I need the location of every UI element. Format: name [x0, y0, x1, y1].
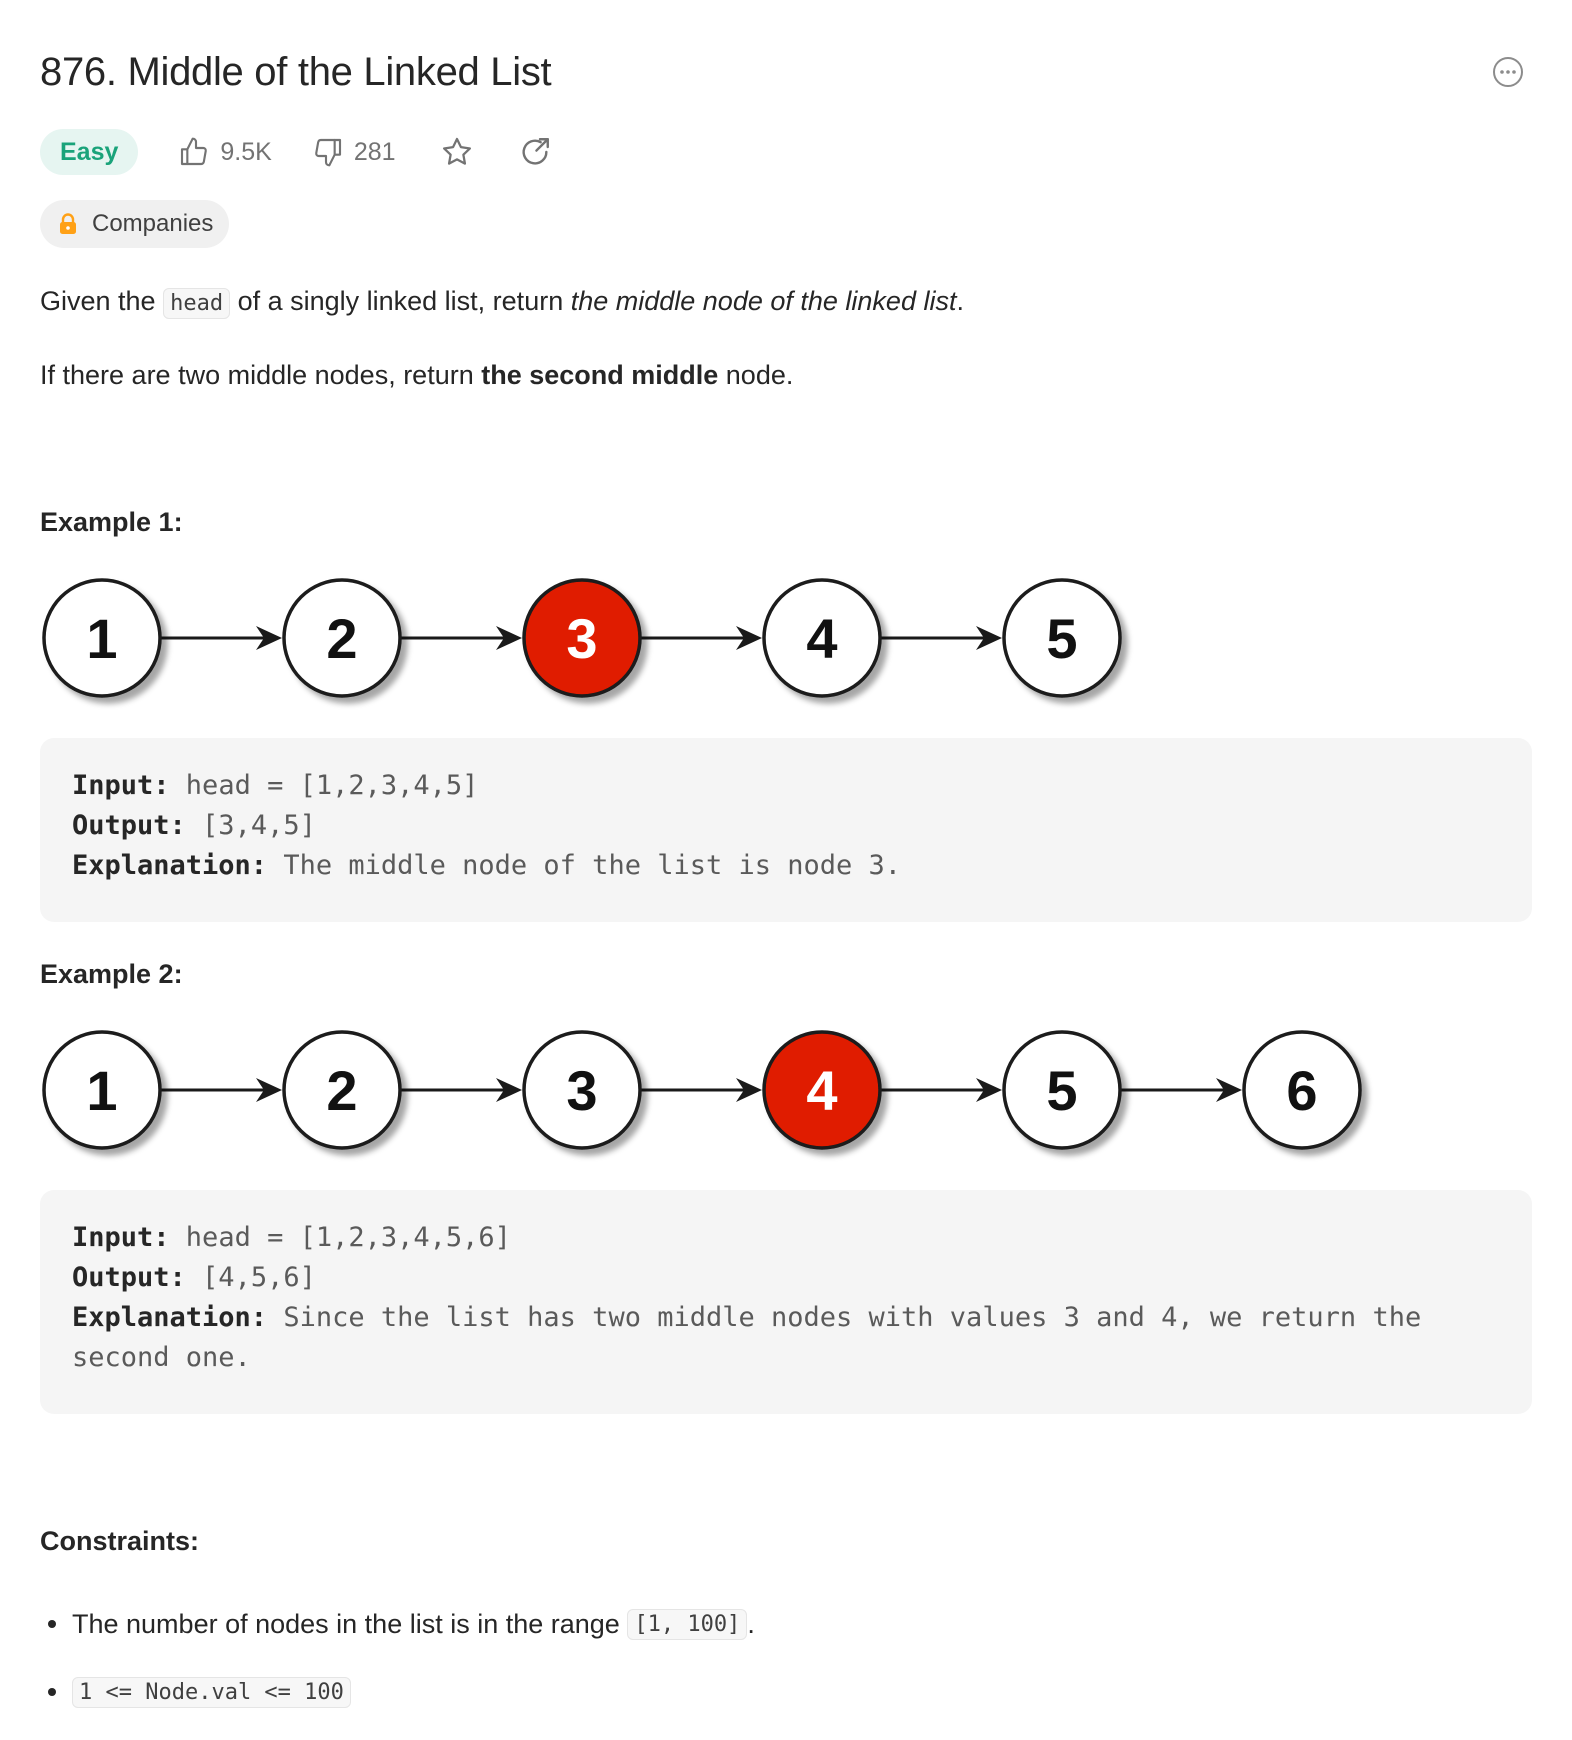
desc-text: of a singly linked list, return	[230, 286, 571, 316]
output-value: [3,4,5]	[185, 810, 316, 841]
list-node-label: 6	[1286, 1059, 1317, 1122]
list-node-label: 3	[566, 607, 597, 670]
constraints-list: The number of nodes in the list is in th…	[40, 1590, 755, 1726]
constraint-text: The number of nodes in the list is in th…	[72, 1608, 620, 1639]
example-2-heading: Example 2:	[40, 959, 183, 989]
problem-title: 876. Middle of the Linked List	[40, 50, 552, 94]
example-1-heading: Example 1:	[40, 507, 183, 537]
list-node-label: 1	[86, 1059, 117, 1122]
output-label: Output:	[72, 810, 186, 841]
companies-tag[interactable]: Companies	[40, 200, 230, 248]
share-button[interactable]	[518, 135, 552, 169]
list-node-label: 5	[1046, 607, 1077, 670]
desc-strong: the second middle	[481, 360, 719, 390]
constraint-code: 1 <= Node.val <= 100	[72, 1676, 351, 1708]
dislike-count: 281	[353, 137, 396, 166]
constraints-heading: Constraints:	[40, 1526, 200, 1556]
thumbs-down-icon	[314, 138, 341, 167]
difficulty-badge: Easy	[40, 129, 139, 175]
output-value: [4,5,6]	[185, 1262, 316, 1293]
more-icon	[1493, 57, 1523, 87]
constraint-text: .	[747, 1608, 755, 1639]
constraint-item: The number of nodes in the list is in th…	[40, 1590, 755, 1658]
desc-text: node.	[718, 360, 794, 390]
explanation-text: The middle node of the list is node 3.	[267, 850, 902, 881]
input-label: Input:	[72, 770, 170, 801]
example-2-block: Input: head = [1,2,3,4,5,6] Output: [4,5…	[40, 1190, 1532, 1414]
problem-meta-row: Easy 9.5K 281	[40, 129, 552, 175]
description-paragraph-2: If there are two middle nodes, return th…	[40, 355, 793, 395]
inline-code-head: head	[163, 288, 231, 319]
list-node-label: 2	[326, 1059, 357, 1122]
favorite-button[interactable]	[440, 135, 474, 169]
description-paragraph-1: Given the head of a singly linked list, …	[40, 281, 964, 324]
like-count: 9.5K	[220, 137, 272, 166]
example-2-linked-list-diagram: 1 2 3 4 5 6	[42, 1030, 1362, 1150]
list-node-label: 5	[1046, 1059, 1077, 1122]
explanation-label: Explanation:	[72, 1302, 268, 1333]
example-1-linked-list-diagram: 1 2 3 4 5	[42, 578, 1122, 698]
desc-text: .	[956, 286, 964, 316]
explanation-label: Explanation:	[72, 850, 268, 881]
constraint-item: 1 <= Node.val <= 100	[40, 1658, 755, 1726]
constraint-code: [1, 100]	[627, 1608, 748, 1640]
example-1-block: Input: head = [1,2,3,4,5] Output: [3,4,5…	[40, 738, 1532, 922]
more-options-button[interactable]	[1492, 56, 1524, 88]
star-icon	[442, 137, 471, 165]
like-button[interactable]: 9.5K	[178, 136, 272, 168]
share-icon	[522, 138, 549, 165]
input-label: Input:	[72, 1222, 170, 1253]
list-node-label: 1	[86, 607, 117, 670]
desc-text: If there are two middle nodes, return	[40, 360, 482, 390]
desc-emphasis: the middle node of the linked list	[570, 286, 957, 316]
lock-icon	[60, 213, 76, 234]
list-node-label: 4	[806, 1059, 837, 1122]
list-node-label: 2	[326, 607, 357, 670]
list-node-label: 4	[806, 607, 837, 670]
companies-label: Companies	[92, 210, 214, 237]
explanation-text: Since the list has two middle nodes with…	[72, 1302, 1438, 1373]
thumbs-up-icon	[181, 137, 208, 166]
input-value: head = [1,2,3,4,5,6]	[169, 1222, 511, 1253]
desc-text: Given the	[40, 286, 164, 316]
dislike-button[interactable]: 281	[312, 136, 396, 168]
input-value: head = [1,2,3,4,5]	[169, 770, 479, 801]
output-label: Output:	[72, 1262, 186, 1293]
list-node-label: 3	[566, 1059, 597, 1122]
